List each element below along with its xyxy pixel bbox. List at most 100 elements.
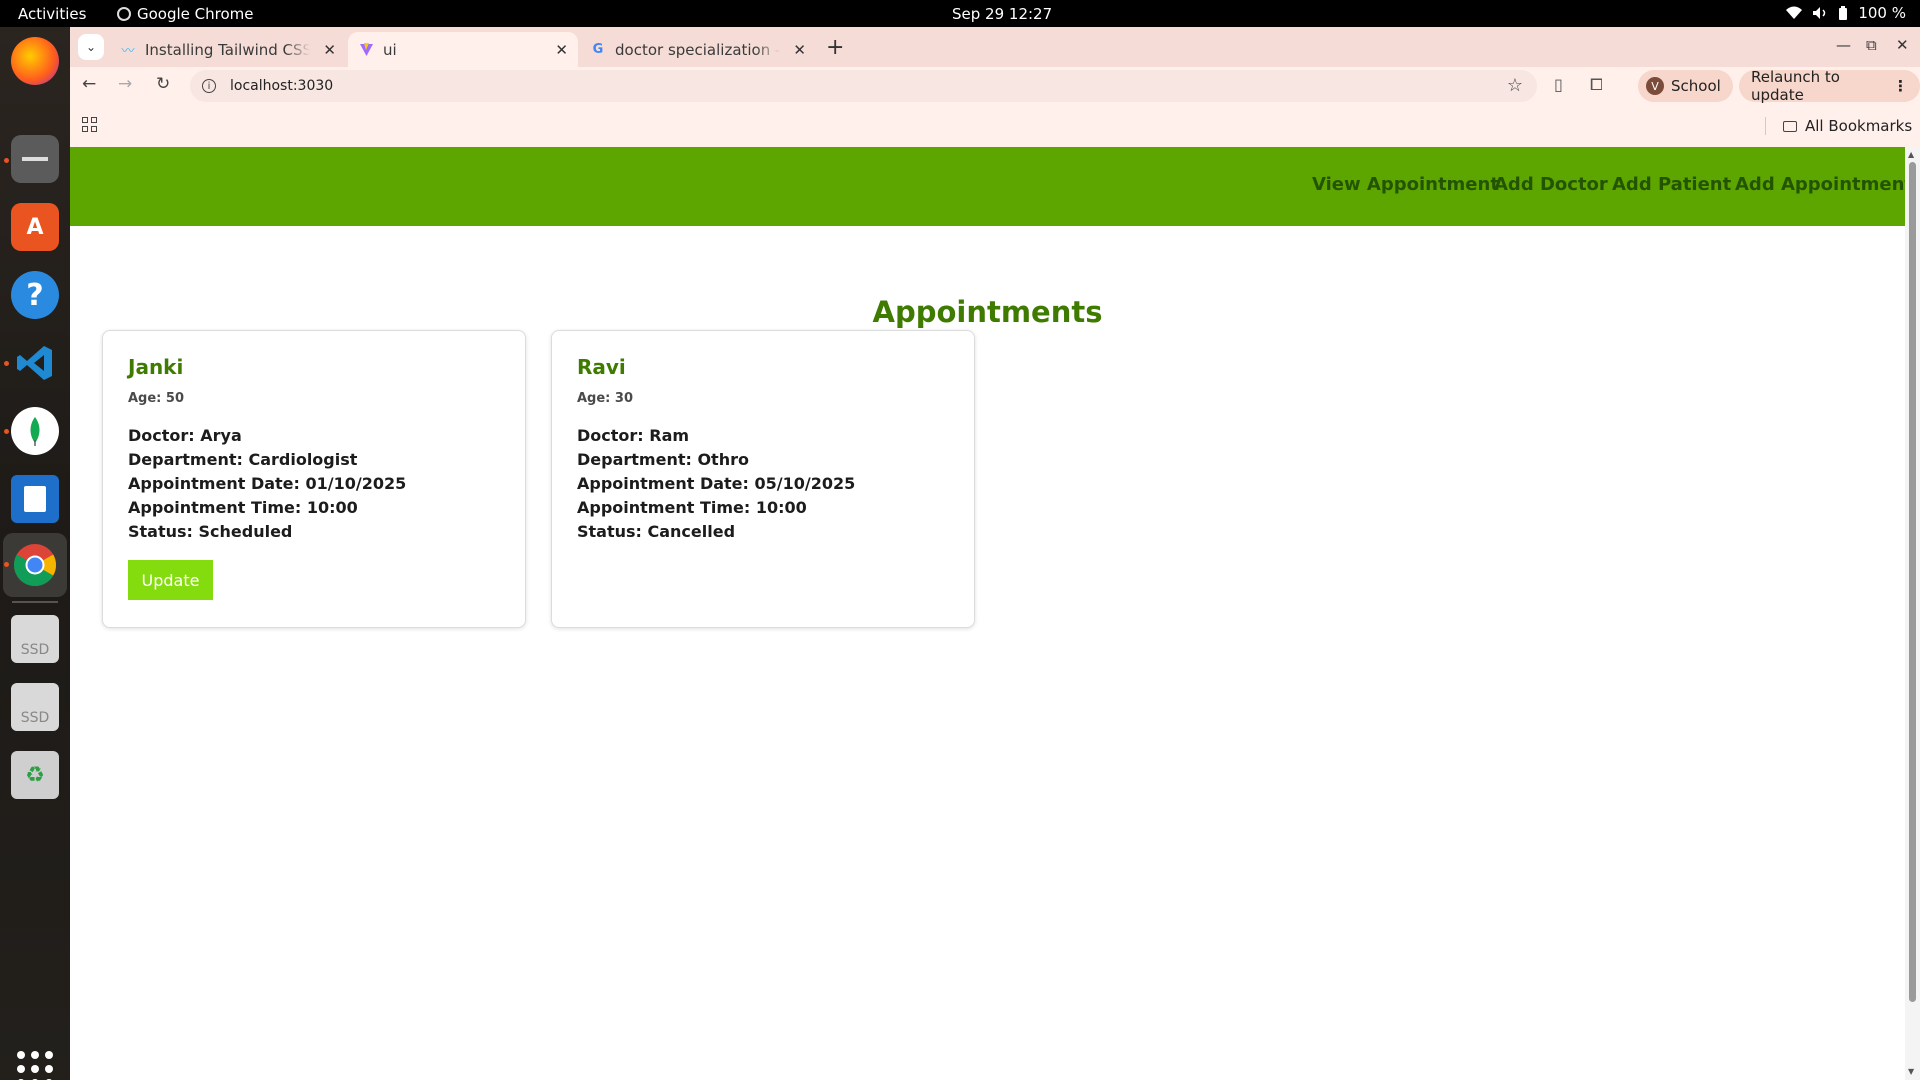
chrome-icon bbox=[117, 7, 131, 21]
tab-strip: ⌄ 〰 Installing Tailwind CSS w ✕ ui ✕ G d… bbox=[70, 27, 1920, 67]
nav-add-doctor[interactable]: Add Doctor bbox=[1494, 174, 1608, 195]
close-tab-icon[interactable]: ✕ bbox=[793, 41, 806, 59]
site-info-icon[interactable]: i bbox=[202, 79, 216, 93]
page-title: Appointments bbox=[872, 295, 1103, 329]
tab-title: Installing Tailwind CSS w bbox=[145, 40, 310, 59]
help-icon[interactable]: ? bbox=[11, 271, 59, 319]
appointment-date: Appointment Date: 01/10/2025 bbox=[128, 474, 407, 493]
chrome-icon[interactable] bbox=[11, 541, 59, 589]
all-bookmarks-label: All Bookmarks bbox=[1805, 117, 1913, 135]
more-menu-icon[interactable]: ⋮ bbox=[1893, 77, 1908, 95]
google-icon: G bbox=[592, 42, 604, 57]
department: Department: Othro bbox=[577, 450, 749, 469]
page-viewport: View Appointment Add Doctor Add Patient … bbox=[70, 147, 1905, 1080]
relaunch-button[interactable]: Relaunch to update ⋮ bbox=[1739, 68, 1920, 104]
writer-icon[interactable] bbox=[11, 475, 59, 523]
appointment-time: Appointment Time: 10:00 bbox=[128, 498, 358, 517]
running-indicator bbox=[4, 429, 9, 434]
appointment-card: Janki Age: 50 Doctor: Arya Department: C… bbox=[102, 330, 526, 628]
minimize-icon[interactable]: — bbox=[1836, 36, 1851, 54]
doctor-name: Doctor: Ram bbox=[577, 426, 690, 445]
patient-name: Janki bbox=[128, 355, 184, 379]
app-menu[interactable]: Google Chrome bbox=[117, 5, 254, 23]
avatar: V bbox=[1646, 77, 1664, 95]
site-navbar: View Appointment Add Doctor Add Patient … bbox=[70, 147, 1905, 226]
update-button[interactable]: Update bbox=[128, 560, 213, 600]
system-top-bar: Activities Google Chrome Sep 29 12:27 10… bbox=[0, 0, 1920, 27]
reload-icon[interactable]: ↻ bbox=[156, 74, 170, 94]
app-center-icon[interactable]: A bbox=[11, 203, 59, 251]
ssd-drive-icon[interactable]: SSD bbox=[11, 683, 59, 731]
forward-icon[interactable]: → bbox=[118, 74, 132, 94]
volume-icon bbox=[1813, 7, 1826, 19]
all-bookmarks-button[interactable]: All Bookmarks bbox=[1783, 117, 1912, 135]
scrollbar-thumb[interactable] bbox=[1909, 162, 1916, 1002]
tab-title: doctor specialization - G bbox=[615, 40, 780, 59]
nav-view-appointment[interactable]: View Appointment bbox=[1312, 174, 1499, 195]
profile-name: School bbox=[1671, 77, 1721, 95]
doctor-name: Doctor: Arya bbox=[128, 426, 242, 445]
url-text[interactable]: localhost:3030 bbox=[230, 78, 333, 94]
vite-icon bbox=[358, 42, 374, 58]
bookmarks-bar: All Bookmarks bbox=[70, 105, 1920, 147]
battery-icon bbox=[1839, 5, 1848, 20]
tab-title: ui bbox=[383, 40, 397, 59]
activities-button[interactable]: Activities bbox=[18, 5, 86, 23]
appointment-date: Appointment Date: 05/10/2025 bbox=[577, 474, 856, 493]
clock[interactable]: Sep 29 12:27 bbox=[952, 5, 1052, 23]
reading-list-icon[interactable]: ▯ bbox=[1554, 75, 1563, 94]
ssd-drive-icon[interactable]: SSD bbox=[11, 615, 59, 663]
vscode-icon[interactable] bbox=[11, 339, 59, 387]
back-icon[interactable]: ← bbox=[82, 74, 96, 94]
scroll-down-icon[interactable]: ▼ bbox=[1908, 1067, 1914, 1076]
new-tab-button[interactable]: + bbox=[826, 35, 844, 60]
dock: A ? SSD SSD ♻ bbox=[0, 27, 70, 1080]
appointment-status: Status: Scheduled bbox=[128, 522, 293, 541]
mongodb-compass-icon[interactable] bbox=[11, 407, 59, 455]
address-bar[interactable]: i localhost:3030 ☆ bbox=[190, 70, 1537, 102]
nav-add-appointment[interactable]: Add Appointment bbox=[1735, 174, 1905, 195]
profile-button[interactable]: V School bbox=[1638, 70, 1733, 102]
maximize-icon[interactable]: ⧉ bbox=[1866, 36, 1877, 54]
running-indicator bbox=[4, 158, 9, 163]
trash-icon[interactable]: ♻ bbox=[11, 751, 59, 799]
app-name: Google Chrome bbox=[137, 5, 254, 23]
running-indicator bbox=[4, 562, 9, 567]
scroll-up-icon[interactable]: ▲ bbox=[1908, 150, 1914, 159]
battery-level: 100 % bbox=[1858, 4, 1906, 22]
browser-toolbar: ← → ↻ i localhost:3030 ☆ ▯ ⧠ V School Re… bbox=[70, 67, 1920, 105]
department: Department: Cardiologist bbox=[128, 450, 358, 469]
browser-window: ⌄ 〰 Installing Tailwind CSS w ✕ ui ✕ G d… bbox=[70, 27, 1920, 1080]
extensions-icon[interactable]: ⧠ bbox=[1590, 75, 1603, 95]
show-apps-icon[interactable] bbox=[17, 1051, 53, 1080]
close-tab-icon[interactable]: ✕ bbox=[323, 41, 336, 59]
firefox-icon[interactable] bbox=[11, 37, 59, 85]
running-indicator bbox=[4, 361, 9, 366]
appointment-status: Status: Cancelled bbox=[577, 522, 736, 541]
apps-shortcut-icon[interactable] bbox=[82, 117, 97, 132]
system-tray[interactable]: 100 % bbox=[1786, 4, 1906, 22]
bookmarks-separator bbox=[1765, 117, 1766, 135]
wifi-icon bbox=[1786, 6, 1803, 19]
tab-google-search[interactable]: G doctor specialization - G ✕ bbox=[580, 32, 816, 67]
files-icon[interactable] bbox=[11, 135, 59, 183]
close-tab-icon[interactable]: ✕ bbox=[555, 41, 568, 59]
appointment-details: Doctor: Ram Department: Othro Appointmen… bbox=[577, 424, 949, 544]
appointment-details: Doctor: Arya Department: Cardiologist Ap… bbox=[128, 424, 500, 544]
appointment-card: Ravi Age: 30 Doctor: Ram Department: Oth… bbox=[551, 330, 975, 628]
dock-separator bbox=[12, 601, 58, 603]
tab-ui[interactable]: ui ✕ bbox=[348, 32, 578, 67]
patient-name: Ravi bbox=[577, 355, 626, 379]
relaunch-label: Relaunch to update bbox=[1751, 68, 1840, 104]
patient-age: Age: 50 bbox=[128, 391, 184, 406]
bookmark-star-icon[interactable]: ☆ bbox=[1507, 75, 1523, 96]
page-scrollbar[interactable]: ▲ ▼ bbox=[1905, 147, 1920, 1080]
nav-add-patient[interactable]: Add Patient bbox=[1612, 174, 1731, 195]
tab-tailwind[interactable]: 〰 Installing Tailwind CSS w ✕ bbox=[110, 32, 346, 67]
tab-search-button[interactable]: ⌄ bbox=[78, 34, 104, 60]
folder-icon bbox=[1783, 120, 1797, 132]
appointment-time: Appointment Time: 10:00 bbox=[577, 498, 807, 517]
tailwind-icon: 〰 bbox=[121, 44, 135, 59]
patient-age: Age: 30 bbox=[577, 391, 633, 406]
close-window-icon[interactable]: ✕ bbox=[1896, 36, 1909, 54]
